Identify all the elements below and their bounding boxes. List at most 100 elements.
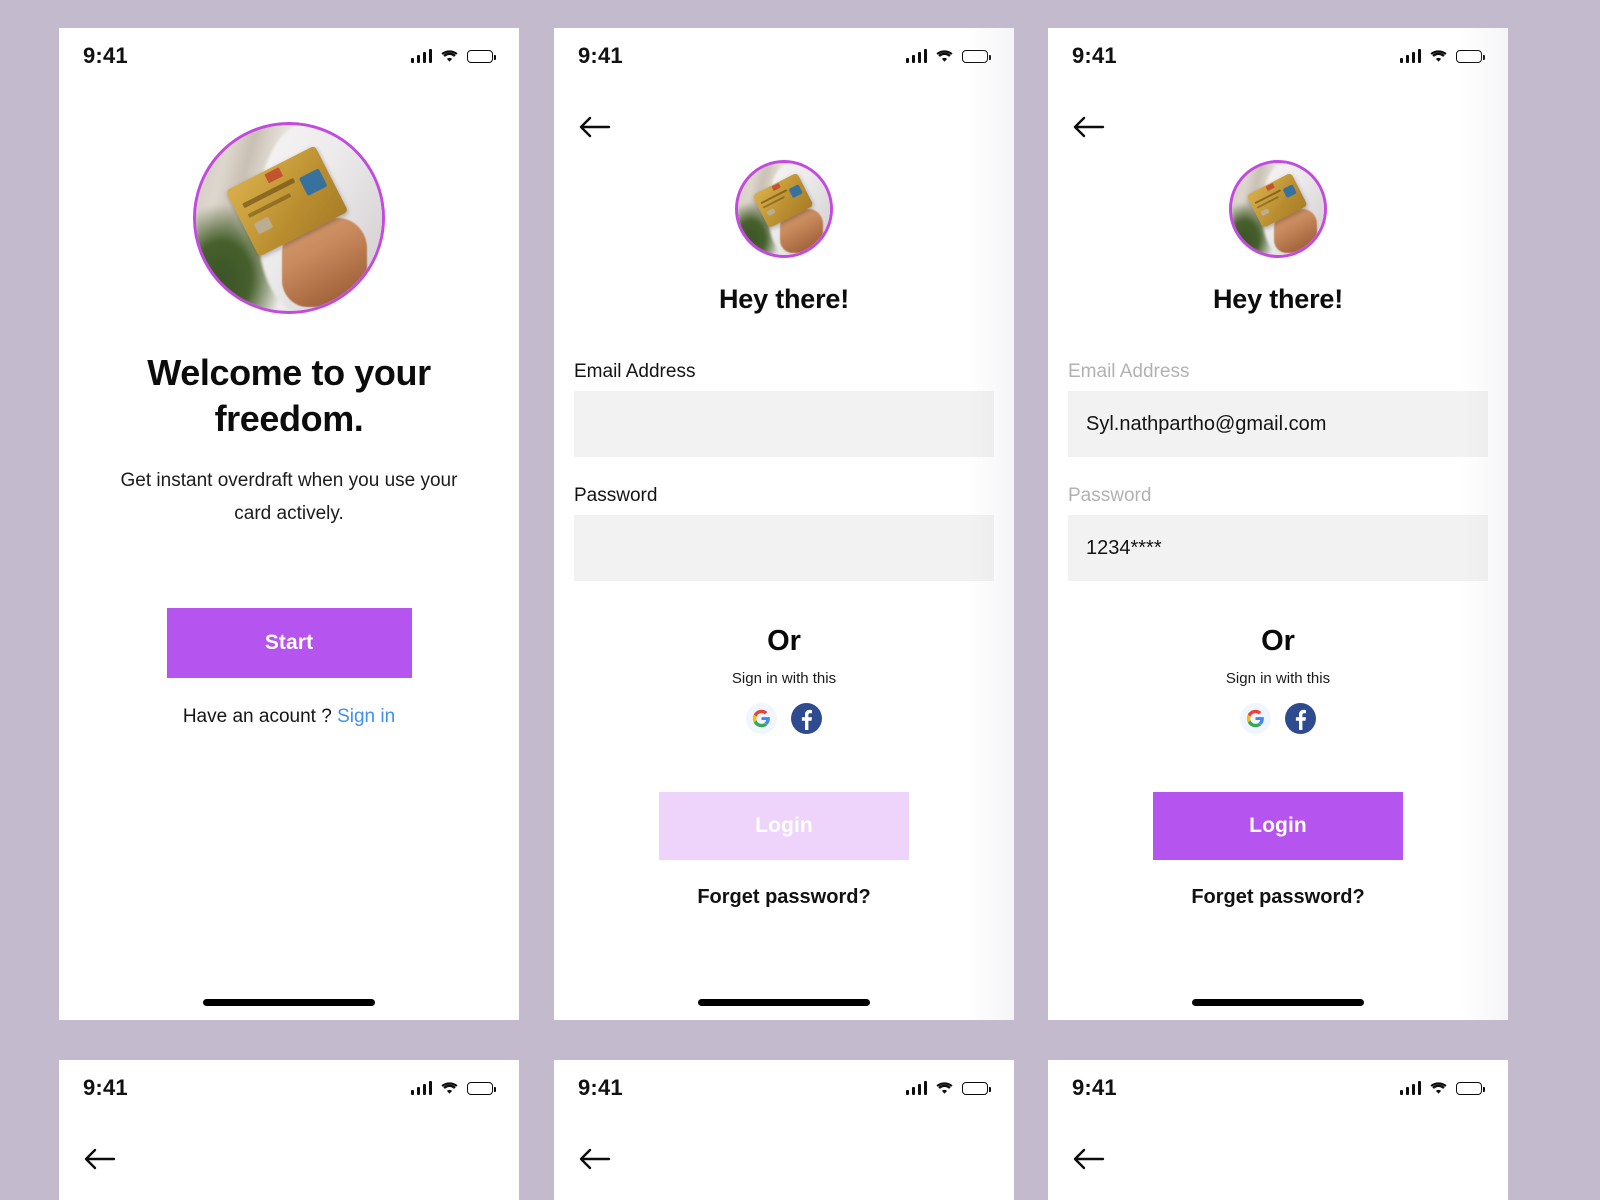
wifi-icon xyxy=(441,49,458,63)
page-subtitle: Get instant overdraft when you use your … xyxy=(120,470,458,524)
page-title: Welcome to your freedom. xyxy=(147,352,431,439)
wifi-icon xyxy=(441,1081,458,1095)
battery-full-icon xyxy=(467,1081,496,1095)
back-arrow-icon xyxy=(1073,116,1105,138)
status-icon-group xyxy=(410,49,496,63)
google-signin-button[interactable] xyxy=(746,703,777,734)
cellular-signal-icon xyxy=(410,49,432,63)
status-bar: 9:41 xyxy=(1048,1060,1508,1116)
forget-password-link[interactable]: Forget password? xyxy=(554,886,1014,909)
social-login-group xyxy=(1048,703,1508,734)
status-time: 9:41 xyxy=(83,43,128,68)
facebook-signin-button[interactable] xyxy=(791,703,822,734)
wifi-icon xyxy=(936,1081,953,1095)
google-logo-icon xyxy=(1246,709,1264,728)
social-caption: Sign in with this xyxy=(731,670,837,687)
status-time: 9:41 xyxy=(1072,43,1117,68)
password-label: Password xyxy=(1068,485,1152,506)
avatar-photo xyxy=(196,125,382,311)
email-input[interactable] xyxy=(574,391,994,457)
password-field-group: Password xyxy=(554,485,1014,581)
cellular-signal-icon xyxy=(1399,49,1421,63)
sign-in-link[interactable]: Sign in xyxy=(337,706,395,727)
screen-welcome: 9:41 Welcome to your freedom. Get instan… xyxy=(59,28,519,1020)
avatar-container xyxy=(59,84,519,314)
back-arrow-icon xyxy=(579,1148,611,1170)
wifi-icon xyxy=(1430,49,1447,63)
page-heading: Hey there! xyxy=(718,284,850,314)
status-icon-group xyxy=(1399,1081,1485,1095)
start-button[interactable]: Start xyxy=(166,608,412,678)
home-indicator xyxy=(1192,999,1364,1006)
screen-partial-5: 9:41 xyxy=(554,1060,1014,1200)
back-button[interactable] xyxy=(1072,110,1112,144)
login-button[interactable]: Login xyxy=(659,792,909,860)
status-icon-group xyxy=(905,1081,991,1095)
battery-full-icon xyxy=(467,49,496,63)
password-input[interactable]: 1234**** xyxy=(1068,515,1488,581)
page-heading: Hey there! xyxy=(1212,284,1344,314)
wifi-icon xyxy=(1430,1081,1447,1095)
avatar-photo xyxy=(1232,163,1324,255)
password-input[interactable] xyxy=(574,515,994,581)
email-field-group: Email Address Syl.nathpartho@gmail.com xyxy=(1048,361,1508,457)
login-form: Email Address Password xyxy=(554,361,1014,581)
signin-prompt: Have an acount ? Sign in xyxy=(59,706,519,728)
facebook-signin-button[interactable] xyxy=(1285,703,1316,734)
password-field-group: Password 1234**** xyxy=(1048,485,1508,581)
battery-full-icon xyxy=(1456,49,1485,63)
screen-login-filled: 9:41 Hey there! Email Address Syl.nathpa… xyxy=(1048,28,1508,1020)
credit-card-photo-avatar xyxy=(193,122,385,314)
status-bar: 9:41 xyxy=(59,1060,519,1116)
back-button[interactable] xyxy=(83,1142,123,1176)
mockup-canvas: 9:41 Welcome to your freedom. Get instan… xyxy=(0,0,1600,1200)
password-label: Password xyxy=(574,485,658,506)
status-time: 9:41 xyxy=(1072,1075,1117,1100)
status-icon-group xyxy=(905,49,991,63)
status-bar: 9:41 xyxy=(554,28,1014,84)
back-arrow-icon xyxy=(84,1148,116,1170)
cellular-signal-icon xyxy=(905,1081,927,1095)
status-icon-group xyxy=(410,1081,496,1095)
battery-full-icon xyxy=(962,49,991,63)
wifi-icon xyxy=(936,49,953,63)
status-bar: 9:41 xyxy=(59,28,519,84)
back-button[interactable] xyxy=(578,110,618,144)
social-caption: Sign in with this xyxy=(1225,670,1331,687)
facebook-logo-icon xyxy=(1295,709,1306,730)
avatar-container xyxy=(1048,144,1508,258)
battery-full-icon xyxy=(962,1081,991,1095)
back-button[interactable] xyxy=(1072,1142,1112,1176)
login-button[interactable]: Login xyxy=(1153,792,1403,860)
cellular-signal-icon xyxy=(1399,1081,1421,1095)
status-icon-group xyxy=(1399,49,1485,63)
google-signin-button[interactable] xyxy=(1240,703,1271,734)
google-logo-icon xyxy=(752,709,770,728)
status-time: 9:41 xyxy=(83,1075,128,1100)
email-label: Email Address xyxy=(574,361,696,382)
cellular-signal-icon xyxy=(905,49,927,63)
email-input[interactable]: Syl.nathpartho@gmail.com xyxy=(1068,391,1488,457)
avatar-photo xyxy=(738,163,830,255)
battery-full-icon xyxy=(1456,1081,1485,1095)
status-time: 9:41 xyxy=(578,43,623,68)
email-field-group: Email Address xyxy=(554,361,1014,457)
email-label: Email Address xyxy=(1068,361,1190,382)
cellular-signal-icon xyxy=(410,1081,432,1095)
screen-login-empty: 9:41 Hey there! Email Address Password O… xyxy=(554,28,1014,1020)
credit-card-photo-avatar xyxy=(1229,160,1327,258)
back-arrow-icon xyxy=(1073,1148,1105,1170)
back-arrow-icon xyxy=(579,116,611,138)
avatar-container xyxy=(554,144,1014,258)
screen-partial-4: 9:41 xyxy=(59,1060,519,1200)
forget-password-link[interactable]: Forget password? xyxy=(1048,886,1508,909)
status-bar: 9:41 xyxy=(554,1060,1014,1116)
signin-prompt-text: Have an acount ? xyxy=(182,706,332,727)
login-form: Email Address Syl.nathpartho@gmail.com P… xyxy=(1048,361,1508,581)
home-indicator xyxy=(698,999,870,1006)
divider-or: Or xyxy=(1261,625,1295,657)
status-bar: 9:41 xyxy=(1048,28,1508,84)
back-button[interactable] xyxy=(578,1142,618,1176)
facebook-logo-icon xyxy=(801,709,812,730)
divider-or: Or xyxy=(767,625,801,657)
